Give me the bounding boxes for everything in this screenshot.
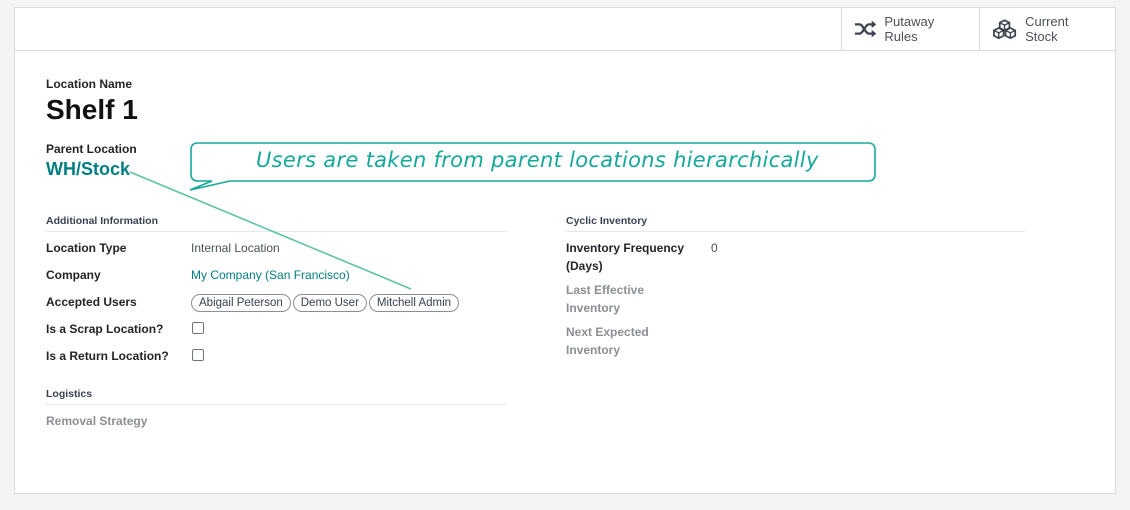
shuffle-arrows-icon <box>854 20 877 38</box>
return-location-checkbox[interactable] <box>192 349 204 361</box>
current-stock-button[interactable]: Current Stock <box>979 8 1116 50</box>
form-sheet: Putaway Rules Current Stock Location Nam… <box>14 7 1116 494</box>
next-expected-inventory-label: Next Expected Inventory <box>566 323 649 359</box>
next-expected-label-line2: Inventory <box>566 343 621 357</box>
location-name-label: Location Name <box>46 77 133 91</box>
additional-info-section-title: Additional Information <box>46 215 507 232</box>
scrap-location-label: Is a Scrap Location? <box>46 322 164 336</box>
next-expected-label-line1: Next Expected <box>566 325 649 339</box>
inventory-frequency-label: Inventory Frequency (Days) <box>566 239 684 275</box>
inventory-frequency-label-line1: Inventory Frequency <box>566 241 685 255</box>
user-tag[interactable]: Abigail Peterson <box>191 294 291 312</box>
smart-button-box: Putaway Rules Current Stock <box>15 8 1115 51</box>
last-effective-label-line2: Inventory <box>566 301 621 315</box>
return-location-label: Is a Return Location? <box>46 349 169 363</box>
cyclic-inventory-section-title: Cyclic Inventory <box>566 215 1025 232</box>
parent-location-link[interactable]: WH/Stock <box>46 159 130 180</box>
last-effective-label-line1: Last Effective <box>566 283 645 297</box>
location-type-value[interactable]: Internal Location <box>191 239 280 257</box>
putaway-rules-label: Putaway Rules <box>884 14 935 44</box>
location-name-field[interactable]: Shelf 1 <box>46 94 138 126</box>
accepted-users-tags[interactable]: Abigail Peterson Demo User Mitchell Admi… <box>191 294 460 312</box>
callout-text: Users are taken from parent locations hi… <box>256 148 819 172</box>
company-label: Company <box>46 268 101 282</box>
accepted-users-label: Accepted Users <box>46 295 137 309</box>
removal-strategy-label: Removal Strategy <box>46 414 148 428</box>
annotation-callout: Users are taken from parent locations hi… <box>189 142 876 191</box>
user-tag[interactable]: Mitchell Admin <box>368 294 460 312</box>
company-link[interactable]: My Company (San Francisco) <box>191 266 350 284</box>
last-effective-inventory-label: Last Effective Inventory <box>566 281 644 317</box>
location-type-label: Location Type <box>46 241 127 255</box>
putaway-rules-button[interactable]: Putaway Rules <box>841 8 979 50</box>
logistics-section-title: Logistics <box>46 388 507 405</box>
scrap-location-checkbox[interactable] <box>192 322 204 334</box>
user-tag[interactable]: Demo User <box>292 294 367 312</box>
inventory-frequency-label-line2: (Days) <box>566 259 603 273</box>
parent-location-label: Parent Location <box>46 142 137 156</box>
inventory-frequency-value[interactable]: 0 <box>711 239 718 257</box>
cubes-icon <box>993 19 1017 39</box>
current-stock-label: Current Stock <box>1025 14 1069 44</box>
